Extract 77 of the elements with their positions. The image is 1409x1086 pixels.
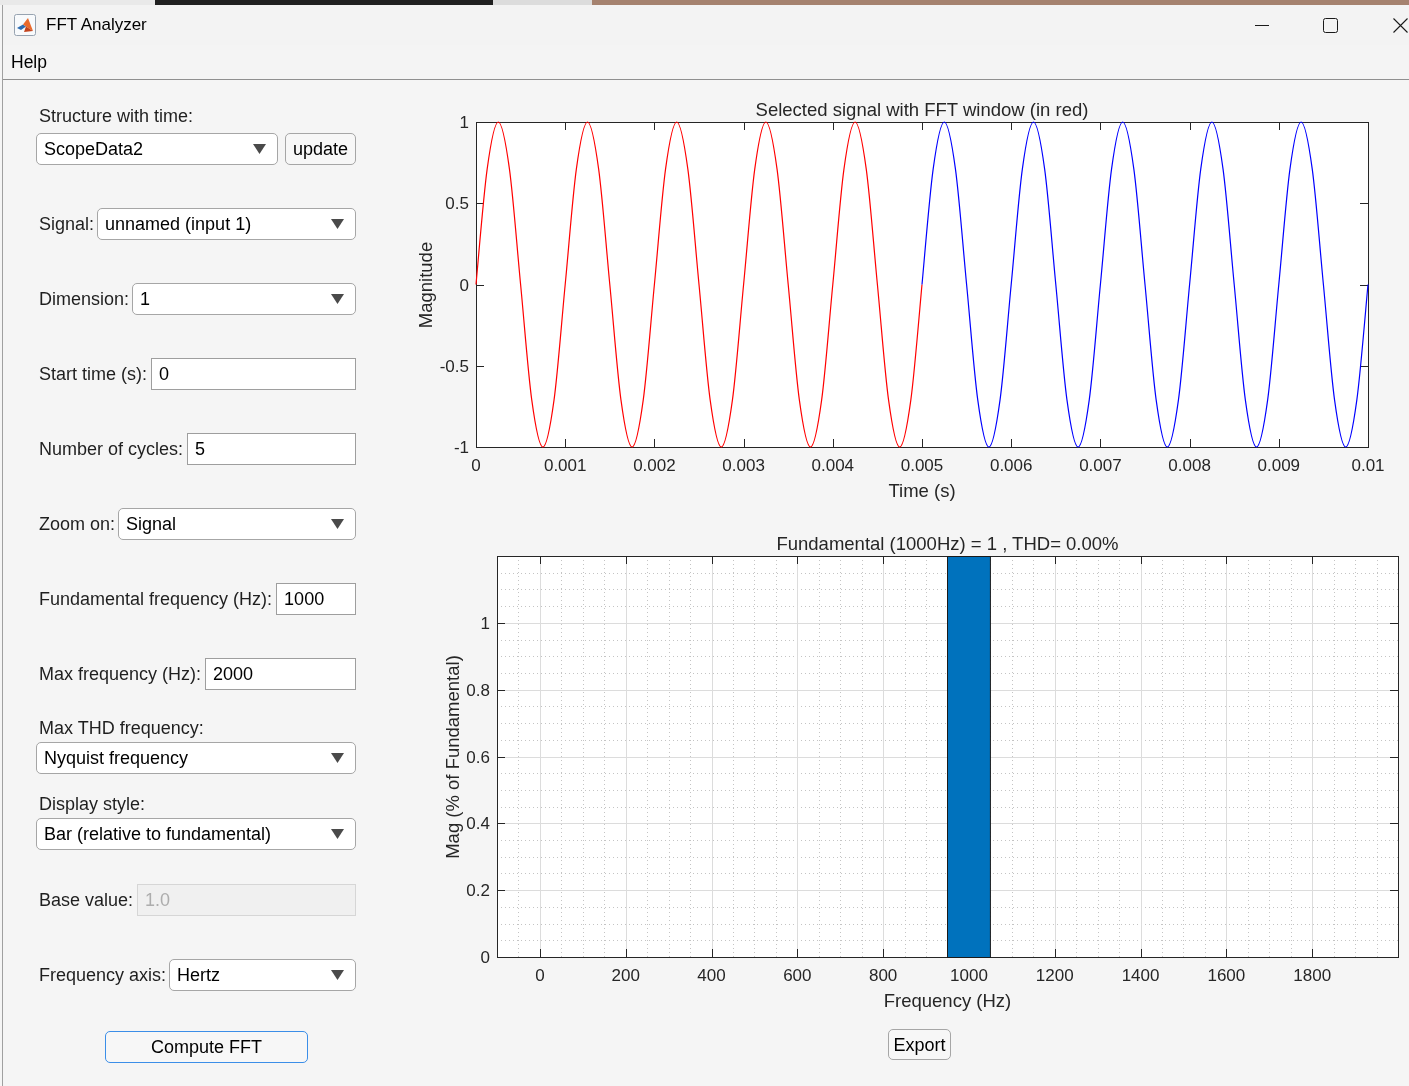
input-field[interactable]: 1000 (276, 583, 356, 615)
tick-label: 0.01 (1351, 456, 1385, 475)
dropdown[interactable]: Hertz (169, 959, 356, 991)
axis-label: Magnitude (415, 241, 436, 329)
tick-label: 1800 (1293, 966, 1332, 985)
tick-label: 1200 (1035, 966, 1074, 985)
input-field[interactable]: 2000 (205, 658, 356, 690)
close-icon (1393, 17, 1408, 33)
caret-icon (331, 294, 344, 304)
field-label: Dimension: (38, 288, 130, 310)
tick-label: 0.4 (466, 814, 490, 834)
menu-item[interactable]: Help (7, 51, 51, 73)
tick-label: 0.009 (1257, 456, 1301, 475)
tick-label: 0.007 (1079, 456, 1122, 475)
tick-label: 200 (611, 966, 640, 985)
field-label: Max THD frequency: (38, 717, 205, 739)
dropdown[interactable]: unnamed (input 1) (97, 208, 356, 240)
tick-label: 1600 (1207, 966, 1246, 985)
dropdown[interactable]: Signal (118, 508, 356, 540)
caret-icon (331, 970, 344, 980)
field-label: Structure with time: (38, 105, 195, 127)
input-field[interactable]: 0 (151, 358, 356, 390)
maximize-icon (1322, 17, 1338, 33)
tick-label: 0.8 (466, 680, 490, 700)
tick-label: 1 (459, 113, 469, 132)
field-label: Max frequency (Hz): (38, 663, 202, 685)
tick-label: 0.003 (722, 456, 765, 475)
tick-label: 0.001 (543, 456, 587, 475)
app-logo-icon (14, 14, 36, 36)
tick-label: 0.6 (466, 747, 490, 767)
chart-title: Fundamental (1000Hz) = 1 , THD= 0.00% (776, 533, 1119, 554)
tick-label: 0 (480, 948, 490, 967)
tick-label: 1000 (950, 966, 988, 985)
tick-label: 1 (480, 613, 490, 633)
dropdown[interactable]: Bar (relative to fundamental) (36, 818, 356, 850)
dropdown[interactable]: ScopeData2 (36, 133, 278, 165)
dropdown[interactable]: 1 (132, 283, 356, 315)
field-label: Signal: (38, 213, 95, 235)
field-label: Frequency axis: (38, 964, 167, 986)
caret-icon (331, 753, 344, 763)
caret-icon (331, 829, 344, 839)
tick-label: 600 (783, 966, 812, 985)
tick-label: 400 (697, 966, 726, 985)
field-label: Start time (s): (38, 363, 147, 385)
tick-label: 0 (459, 275, 469, 295)
field-label: Base value: (38, 889, 134, 911)
tick-label: 0.2 (466, 881, 490, 901)
caret-icon (331, 219, 344, 229)
export-button[interactable]: Export (888, 1029, 951, 1060)
tick-label: 0 (471, 456, 481, 475)
field-label: Display style: (38, 793, 147, 815)
window-title: FFT Analyzer (46, 14, 147, 36)
compute-fft-button[interactable]: Compute FFT (105, 1031, 308, 1063)
tick-label: -1 (453, 438, 469, 457)
minimize-icon (1255, 24, 1269, 26)
field-label: Zoom on: (38, 513, 116, 535)
tick-label: 0.002 (633, 456, 676, 475)
tick-label: 0.008 (1168, 456, 1211, 475)
axis-label: Mag (% of Fundamental) (442, 655, 463, 859)
tick-label: 0.5 (445, 194, 469, 214)
tick-label: 800 (868, 966, 898, 985)
field-label: Number of cycles: (38, 438, 184, 460)
caret-icon (331, 519, 344, 529)
tick-label: -0.5 (439, 356, 469, 376)
field-label: Fundamental frequency (Hz): (38, 588, 273, 610)
dropdown[interactable]: Nyquist frequency (36, 742, 356, 774)
update-button[interactable]: update (285, 133, 356, 165)
tick-label: 0.005 (900, 456, 944, 475)
tick-label: 0.004 (811, 456, 855, 475)
tick-label: 1400 (1121, 966, 1160, 985)
chart-title: Selected signal with FFT window (in red) (755, 99, 1089, 120)
caret-icon (253, 144, 266, 154)
input-field[interactable]: 5 (187, 433, 356, 465)
tick-label: 0 (535, 966, 545, 985)
tick-label: 0.006 (989, 456, 1033, 475)
axis-label: Frequency (Hz) (883, 990, 1012, 1011)
axis-label: Time (s) (888, 480, 956, 501)
